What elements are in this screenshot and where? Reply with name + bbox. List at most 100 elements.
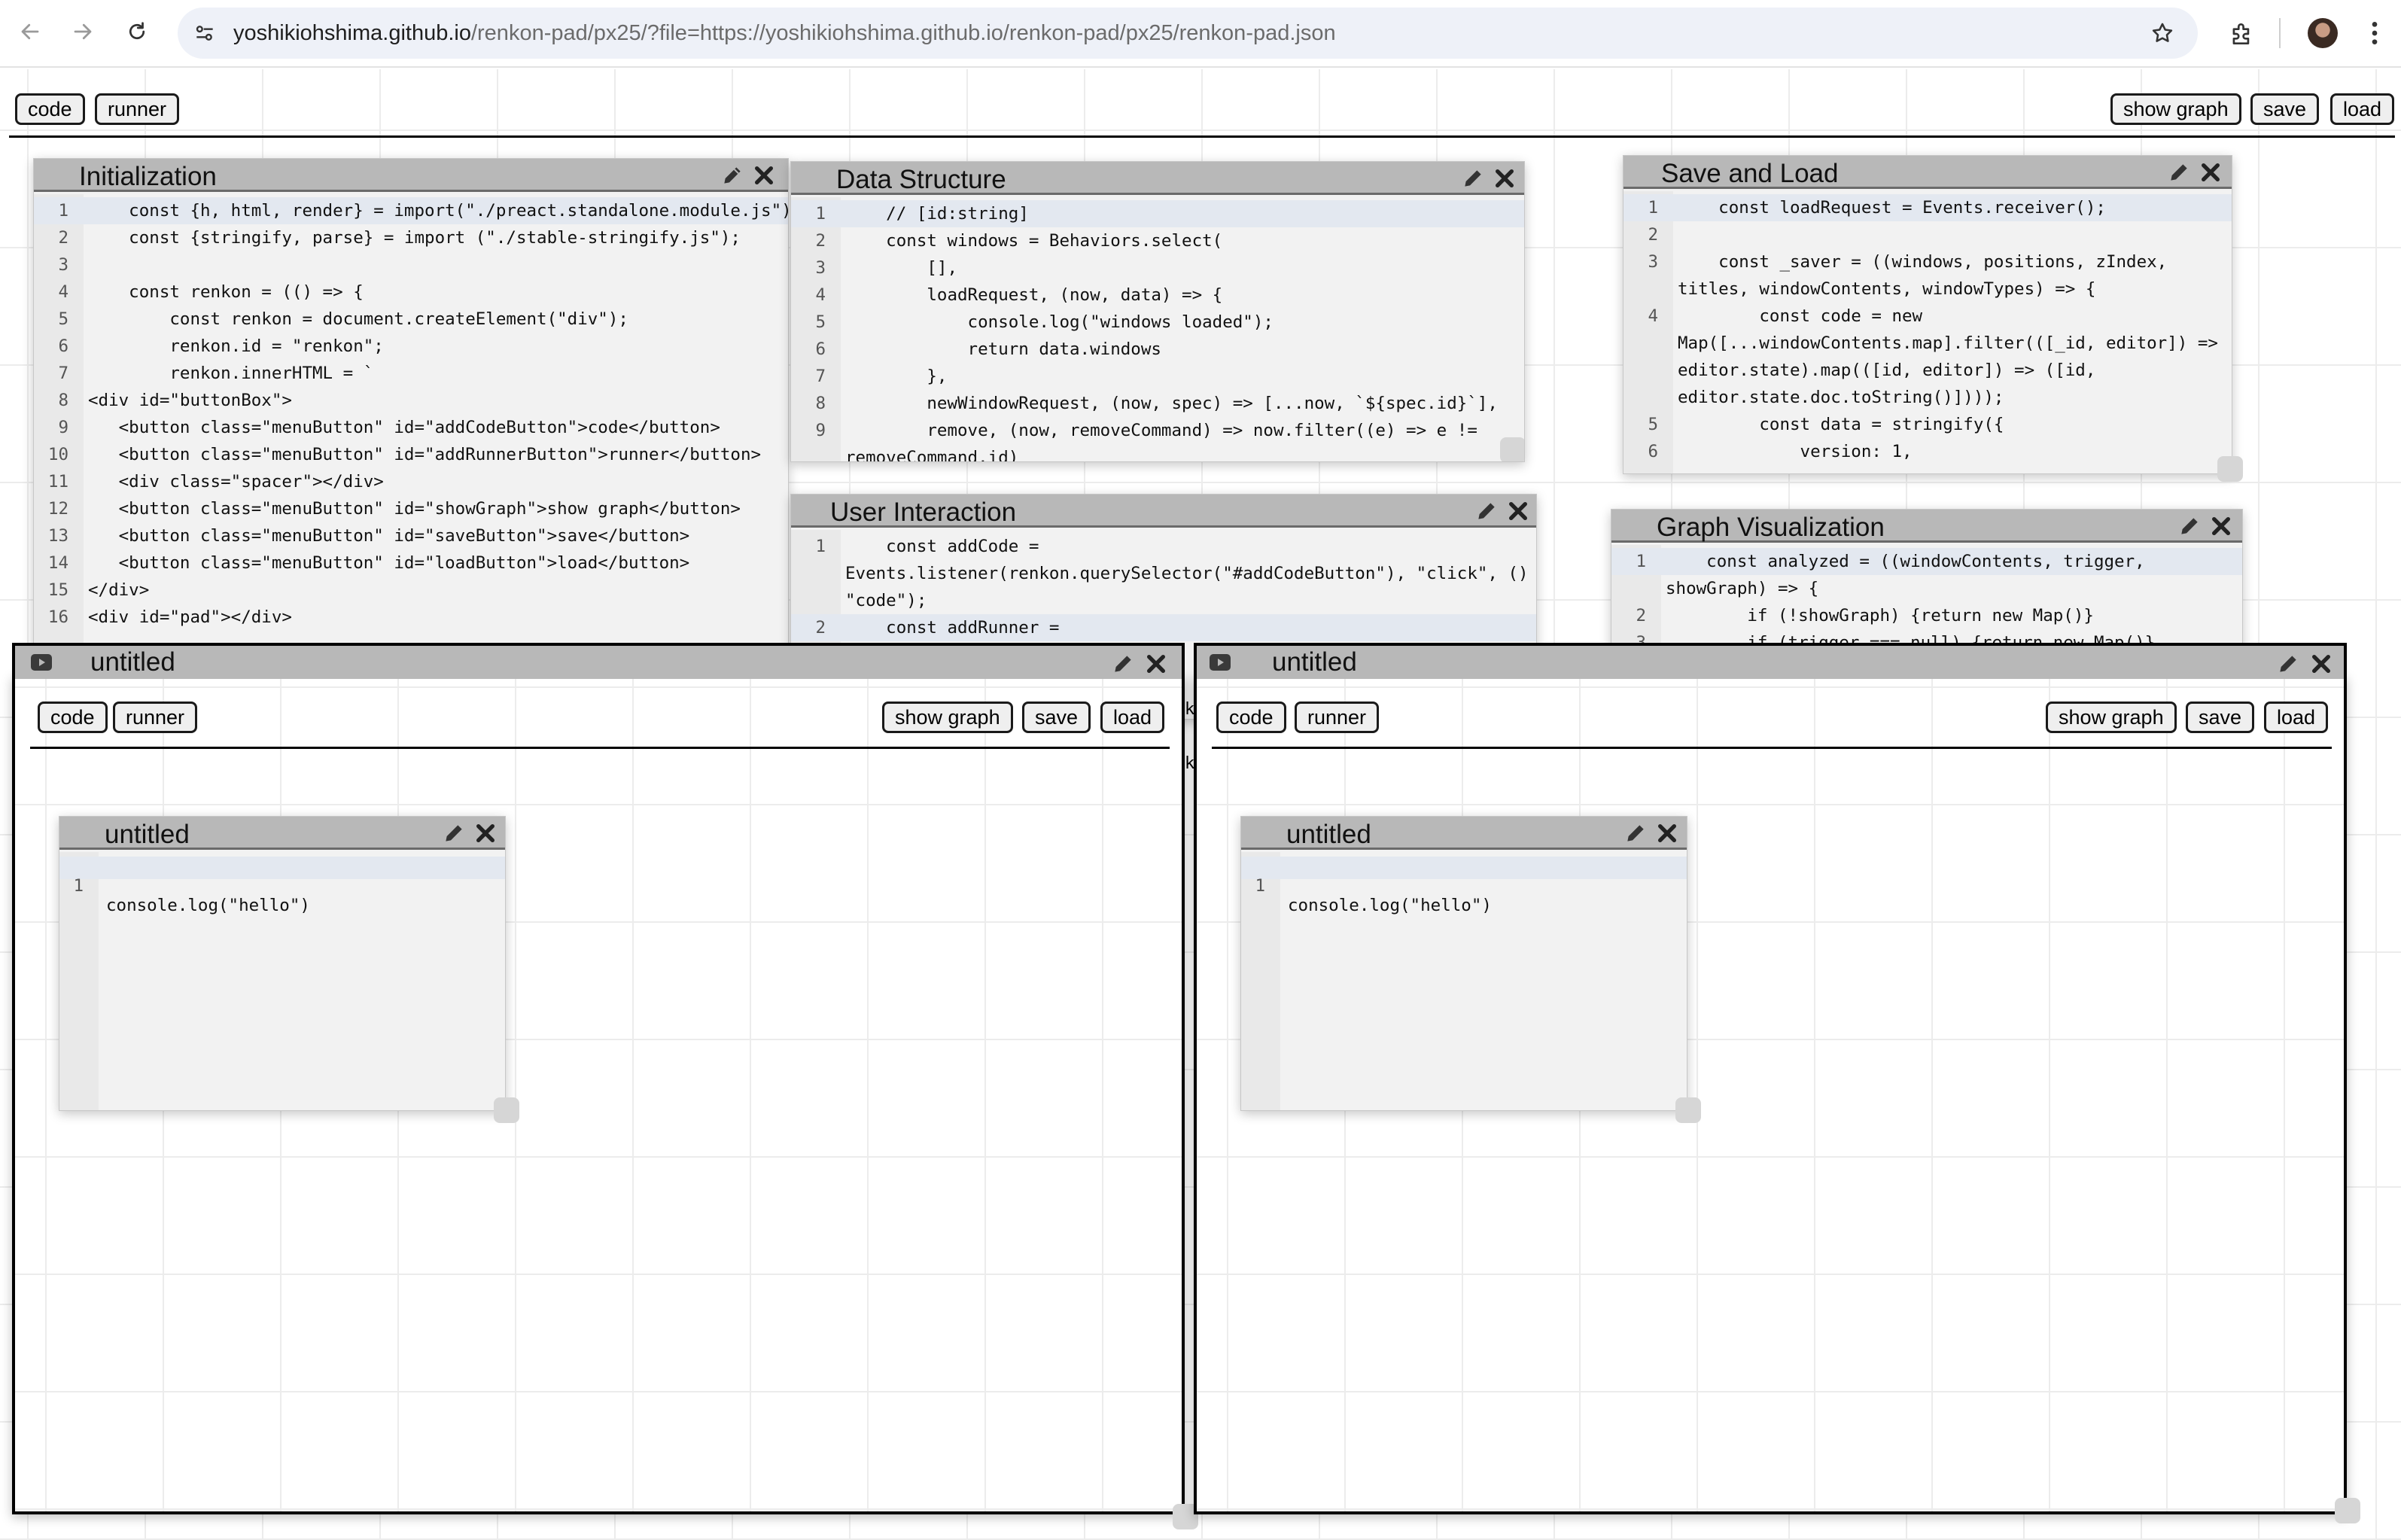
close-icon[interactable] bbox=[1144, 652, 1168, 676]
back-icon[interactable] bbox=[12, 14, 48, 50]
code-line: removeCommand.id) bbox=[791, 444, 1524, 462]
load-button[interactable]: load bbox=[1100, 702, 1165, 733]
code-line: 6 renkon.id = "renkon"; bbox=[34, 333, 788, 360]
window-titlebar[interactable]: Data Structure bbox=[791, 162, 1524, 195]
window-title: untitled bbox=[105, 820, 190, 849]
resize-handle[interactable] bbox=[1675, 1097, 1701, 1123]
line-number: 16 bbox=[47, 607, 68, 627]
code-editor[interactable]: 1 console.log("hello") bbox=[1241, 852, 1687, 1110]
runner-play-icon[interactable] bbox=[30, 653, 53, 671]
close-icon[interactable] bbox=[1506, 499, 1530, 523]
load-button[interactable]: load bbox=[2330, 93, 2395, 125]
pad-canvas: code runner show graph save load Initial… bbox=[0, 69, 2401, 1540]
save-button[interactable]: save bbox=[1022, 702, 1091, 733]
pencil-icon[interactable] bbox=[1623, 821, 1648, 845]
line-text: const windows = Behaviors.select( bbox=[845, 231, 1223, 251]
runner-button[interactable]: runner bbox=[1295, 702, 1380, 733]
resize-handle[interactable] bbox=[2335, 1498, 2360, 1523]
window-save-and-load[interactable]: Save and Load 1 const loadRequest = Even… bbox=[1623, 155, 2232, 474]
code-line: 8 <div id="buttonBox"> bbox=[34, 387, 788, 414]
runner-titlebar[interactable]: untitled bbox=[1194, 643, 2347, 679]
window-initialization[interactable]: Initialization 1 const {h, html, render}… bbox=[33, 158, 789, 715]
window-titlebar[interactable]: Graph Visualization bbox=[1611, 510, 2242, 543]
reload-icon[interactable] bbox=[119, 14, 155, 50]
window-titlebar[interactable]: Initialization bbox=[34, 159, 788, 192]
window-untitled[interactable]: untitled 1 console.log("hello") bbox=[1240, 816, 1687, 1111]
window-titlebar[interactable]: Save and Load bbox=[1623, 156, 2232, 189]
site-info-icon[interactable] bbox=[193, 21, 217, 45]
code-editor[interactable]: 1 console.log("hello") bbox=[59, 852, 505, 1110]
forward-icon[interactable] bbox=[65, 14, 101, 50]
address-bar[interactable]: yoshikiohshima.github.io/renkon-pad/px25… bbox=[178, 8, 2198, 59]
close-icon[interactable] bbox=[1493, 166, 1517, 190]
line-text: loadRequest, (now, data) => { bbox=[845, 285, 1223, 305]
pencil-icon[interactable] bbox=[1461, 166, 1485, 190]
line-text: showGraph) => { bbox=[1666, 579, 1819, 598]
code-line: 1 const addCode = bbox=[791, 533, 1536, 560]
save-button[interactable]: save bbox=[2186, 702, 2255, 733]
resize-handle[interactable] bbox=[2217, 456, 2243, 482]
window-titlebar[interactable]: untitled bbox=[1241, 817, 1687, 850]
line-text: renkon.id = "renkon"; bbox=[88, 336, 384, 356]
extensions-icon[interactable] bbox=[2228, 20, 2256, 48]
window-untitled[interactable]: untitled 1 console.log("hello") bbox=[59, 816, 506, 1111]
code-line: 1 const analyzed = ((windowContents, tri… bbox=[1611, 548, 2242, 575]
code-line: 5 console.log("windows loaded"); bbox=[791, 309, 1524, 336]
pencil-icon[interactable] bbox=[1474, 499, 1499, 523]
resize-handle[interactable] bbox=[1500, 437, 1524, 461]
window-title: Save and Load bbox=[1661, 159, 1839, 188]
line-text: const renkon = document.createElement("d… bbox=[88, 309, 628, 329]
line-text: <div class="spacer"></div> bbox=[88, 472, 384, 492]
window-titlebar[interactable]: User Interaction bbox=[791, 495, 1536, 528]
toolbar-divider bbox=[2279, 18, 2281, 48]
runner-button[interactable]: runner bbox=[113, 702, 198, 733]
resize-handle[interactable] bbox=[494, 1097, 519, 1123]
show-graph-button[interactable]: show graph bbox=[882, 702, 1013, 733]
runner-titlebar[interactable]: untitled bbox=[12, 643, 1185, 679]
load-button[interactable]: load bbox=[2264, 702, 2329, 733]
line-text: const addRunner = bbox=[845, 618, 1060, 638]
pencil-icon[interactable] bbox=[442, 821, 466, 845]
code-line: 12 <button class="menuButton" id="showGr… bbox=[34, 495, 788, 522]
close-icon[interactable] bbox=[2209, 514, 2233, 538]
close-icon[interactable] bbox=[2199, 160, 2223, 184]
line-text: return data.windows bbox=[845, 339, 1161, 359]
close-icon[interactable] bbox=[2309, 652, 2333, 676]
close-icon[interactable] bbox=[473, 821, 498, 845]
runner-content: code runner show graph save load untitle… bbox=[1197, 679, 2344, 1511]
pencil-icon[interactable] bbox=[2276, 652, 2300, 676]
code-button[interactable]: code bbox=[38, 702, 108, 733]
line-text: removeCommand.id) bbox=[845, 448, 1019, 462]
url-path: /renkon-pad/px25/?file=https://yoshikioh… bbox=[470, 21, 1336, 45]
code-button[interactable]: code bbox=[15, 93, 85, 125]
close-icon[interactable] bbox=[1655, 821, 1679, 845]
line-number: 2 bbox=[815, 618, 826, 638]
line-number: 5 bbox=[815, 312, 826, 332]
window-data-structure[interactable]: Data Structure 1 // [id:string] 2 const w… bbox=[790, 161, 1525, 462]
code-line: 7 }, bbox=[791, 363, 1524, 390]
code-line: "code"); bbox=[791, 587, 1536, 614]
runner-button[interactable]: runner bbox=[95, 93, 180, 125]
pencil-icon[interactable] bbox=[2177, 514, 2202, 538]
close-icon[interactable] bbox=[752, 163, 776, 187]
bookmark-star-icon[interactable] bbox=[2150, 20, 2175, 46]
show-graph-button[interactable]: show graph bbox=[2046, 702, 2177, 733]
line-text: const addCode = bbox=[845, 537, 1039, 556]
show-graph-button[interactable]: show graph bbox=[2110, 93, 2241, 125]
profile-avatar[interactable] bbox=[2308, 18, 2338, 48]
runner-window-right[interactable]: untitled code runner show graph save loa… bbox=[1194, 643, 2347, 1514]
pencil-icon[interactable] bbox=[2167, 160, 2191, 184]
runner-play-icon[interactable] bbox=[1209, 653, 1231, 671]
code-editor[interactable]: 1 // [id:string] 2 const windows = Behavi… bbox=[791, 197, 1524, 461]
save-button[interactable]: save bbox=[2250, 93, 2320, 125]
line-number: 1 bbox=[815, 537, 826, 556]
more-menu-icon[interactable] bbox=[2363, 18, 2386, 48]
code-editor[interactable]: 1 const loadRequest = Events.receiver();… bbox=[1623, 191, 2232, 473]
pencil-icon[interactable] bbox=[720, 163, 744, 187]
window-titlebar[interactable]: untitled bbox=[59, 817, 505, 850]
pencil-icon[interactable] bbox=[1111, 652, 1135, 676]
line-number: 8 bbox=[58, 391, 68, 410]
code-editor[interactable]: 1 const {h, html, render} = import("./pr… bbox=[34, 194, 788, 714]
runner-window-left[interactable]: untitled code runner show graph save loa… bbox=[12, 643, 1185, 1514]
code-button[interactable]: code bbox=[1216, 702, 1286, 733]
